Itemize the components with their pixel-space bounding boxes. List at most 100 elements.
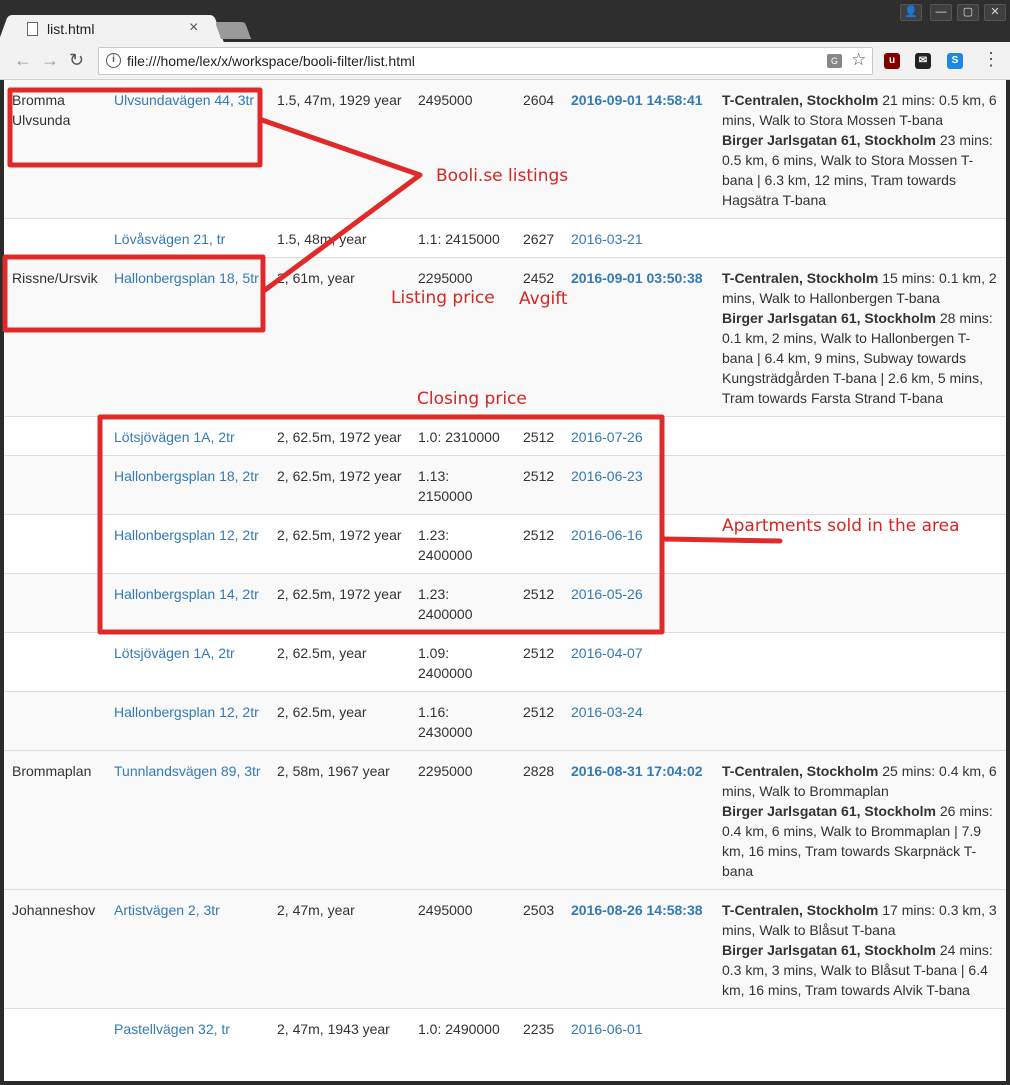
area-name <box>4 514 106 574</box>
address-link[interactable]: Artistvägen 2, 3tr <box>114 902 220 918</box>
address-link-cell: Pastellvägen 32, tr <box>106 1008 269 1047</box>
date-link[interactable]: 2016-03-21 <box>571 231 643 247</box>
browser-tab[interactable]: list.html × <box>13 15 209 43</box>
reload-icon[interactable]: ↻ <box>69 50 84 71</box>
listing-row: Brommaplan Tunnlandsvägen 89, 3tr 2, 58m, … <box>4 750 1006 890</box>
bookmark-star-icon[interactable]: ☆ <box>851 50 866 70</box>
close-tab-icon[interactable]: × <box>189 19 198 37</box>
date-link-cell: 2016-05-26 <box>563 573 714 633</box>
sold-row: Pastellvägen 32, tr 2, 47m, 1943 year 1.0:… <box>4 1008 1006 1047</box>
address-link-cell: Hallonbergsplan 18, 5tr <box>106 257 269 417</box>
commute-info <box>714 416 1006 456</box>
address-link-cell: Hallonbergsplan 12, 2tr <box>106 691 269 751</box>
menu-dots-icon[interactable]: ⋮ <box>982 50 1000 68</box>
address-link[interactable]: Hallonbergsplan 14, 2tr <box>114 586 259 602</box>
closing-price: 1.0: 2310000 <box>410 416 515 456</box>
date-link-cell: 2016-04-07 <box>563 632 714 692</box>
area-name <box>4 218 106 258</box>
monthly-fee: 2512 <box>515 514 563 574</box>
closing-price: 1.23: 2400000 <box>410 573 515 633</box>
area-name <box>4 632 106 692</box>
address-link[interactable]: Pastellvägen 32, tr <box>114 1021 230 1037</box>
back-arrow-icon[interactable]: ← <box>14 50 32 71</box>
address-link-cell: Tunnlandsvägen 89, 3tr <box>106 750 269 890</box>
date-link[interactable]: 2016-08-26 14:58:38 <box>571 902 703 918</box>
address-link[interactable]: Hallonbergsplan 18, 2tr <box>114 468 259 484</box>
sold-row: Hallonbergsplan 14, 2tr 2, 62.5m, 1972 ye… <box>4 573 1006 633</box>
closing-price: 1.23: 2400000 <box>410 514 515 574</box>
closing-price: 1.1: 2415000 <box>410 218 515 258</box>
address-link-cell: Ulvsundavägen 44, 3tr <box>106 80 269 219</box>
monthly-fee: 2512 <box>515 632 563 692</box>
ublock-icon[interactable]: u <box>884 53 900 69</box>
commute-destination: T-Centralen, Stockholm <box>722 763 879 779</box>
monthly-fee: 2512 <box>515 691 563 751</box>
sold-row: Lötsjövägen 1A, 2tr 2, 62.5m, 1972 year 1.… <box>4 416 1006 456</box>
date-link[interactable]: 2016-04-07 <box>571 645 643 661</box>
monthly-fee: 2604 <box>515 80 563 219</box>
date-link[interactable]: 2016-06-23 <box>571 468 643 484</box>
address-link[interactable]: Hallonbergsplan 12, 2tr <box>114 527 259 543</box>
url-text[interactable]: file:///home/lex/x/workspace/booli-filte… <box>127 53 415 69</box>
address-link[interactable]: Tunnlandsvägen 89, 3tr <box>114 763 261 779</box>
sold-row: Hallonbergsplan 12, 2tr 2, 62.5m, 1972 ye… <box>4 514 1006 574</box>
date-link[interactable]: 2016-07-26 <box>571 429 643 445</box>
monthly-fee: 2235 <box>515 1008 563 1047</box>
address-link[interactable]: Hallonbergsplan 12, 2tr <box>114 704 259 720</box>
commute-info <box>714 573 1006 633</box>
address-link[interactable]: Lövåsvägen 21, tr <box>114 231 225 247</box>
area-name: Johanneshov <box>4 889 106 1009</box>
address-link[interactable]: Lötsjövägen 1A, 2tr <box>114 429 235 445</box>
date-link[interactable]: 2016-09-01 14:58:41 <box>571 92 703 108</box>
commute-info: T-Centralen, Stockholm 15 mins: 0.1 km, … <box>714 257 1006 417</box>
address-bar[interactable]: i file:///home/lex/x/workspace/booli-fil… <box>98 47 873 75</box>
apartment-details: 1.5, 48m, year <box>269 218 410 258</box>
commute-destination: Birger Jarlsgatan 61, Stockholm <box>722 132 936 148</box>
commute-info <box>714 514 1006 574</box>
apartment-details: 2, 47m, 1943 year <box>269 1008 410 1047</box>
date-link-cell: 2016-07-26 <box>563 416 714 456</box>
commute-destination: Birger Jarlsgatan 61, Stockholm <box>722 310 936 326</box>
area-name: Rissne/Ursvik <box>4 257 106 417</box>
skype-icon[interactable]: S <box>947 53 963 69</box>
minimize-button[interactable]: — <box>930 4 952 21</box>
listing-row: Johanneshov Artistvägen 2, 3tr 2, 47m, yea… <box>4 889 1006 1009</box>
info-icon[interactable]: i <box>106 53 121 68</box>
user-icon[interactable]: 👤 <box>900 4 922 21</box>
commute-destination: T-Centralen, Stockholm <box>722 92 879 108</box>
translate-icon[interactable]: G <box>827 54 842 68</box>
sold-row: Lötsjövägen 1A, 2tr 2, 62.5m, year 1.09: 2… <box>4 632 1006 692</box>
address-link[interactable]: Lötsjövägen 1A, 2tr <box>114 645 235 661</box>
apartment-details: 2, 61m, year <box>269 257 410 417</box>
address-link-cell: Hallonbergsplan 18, 2tr <box>106 455 269 515</box>
sold-row: Lövåsvägen 21, tr 1.5, 48m, year 1.1: 2415… <box>4 218 1006 258</box>
date-link[interactable]: 2016-09-01 03:50:38 <box>571 270 703 286</box>
new-tab-button[interactable] <box>214 22 252 39</box>
date-link[interactable]: 2016-03-24 <box>571 704 643 720</box>
address-link-cell: Hallonbergsplan 12, 2tr <box>106 514 269 574</box>
monthly-fee: 2828 <box>515 750 563 890</box>
apartment-details: 1.5, 47m, 1929 year <box>269 80 410 219</box>
date-link[interactable]: 2016-08-31 17:04:02 <box>571 763 703 779</box>
monthly-fee: 2512 <box>515 416 563 456</box>
closing-price: 1.0: 2490000 <box>410 1008 515 1047</box>
date-link[interactable]: 2016-06-01 <box>571 1021 643 1037</box>
sold-row: Hallonbergsplan 12, 2tr 2, 62.5m, year 1.1… <box>4 691 1006 751</box>
address-link-cell: Lötsjövägen 1A, 2tr <box>106 632 269 692</box>
area-name <box>4 455 106 515</box>
mail-extension-icon[interactable]: ✉ <box>915 53 931 69</box>
date-link[interactable]: 2016-05-26 <box>571 586 643 602</box>
close-window-button[interactable]: ✕ <box>984 4 1006 21</box>
date-link[interactable]: 2016-06-16 <box>571 527 643 543</box>
maximize-button[interactable]: ▢ <box>957 4 979 21</box>
address-link[interactable]: Hallonbergsplan 18, 5tr <box>114 270 259 286</box>
apartment-details: 2, 62.5m, 1972 year <box>269 416 410 456</box>
apartment-details: 2, 58m, 1967 year <box>269 750 410 890</box>
address-link[interactable]: Ulvsundavägen 44, 3tr <box>114 92 254 108</box>
date-link-cell: 2016-08-26 14:58:38 <box>563 889 714 1009</box>
forward-arrow-icon[interactable]: → <box>41 50 59 71</box>
title-bar: list.html × 👤 — ▢ ✕ <box>0 0 1010 43</box>
area-name <box>4 1008 106 1047</box>
monthly-fee: 2503 <box>515 889 563 1009</box>
apartment-details: 2, 62.5m, year <box>269 691 410 751</box>
